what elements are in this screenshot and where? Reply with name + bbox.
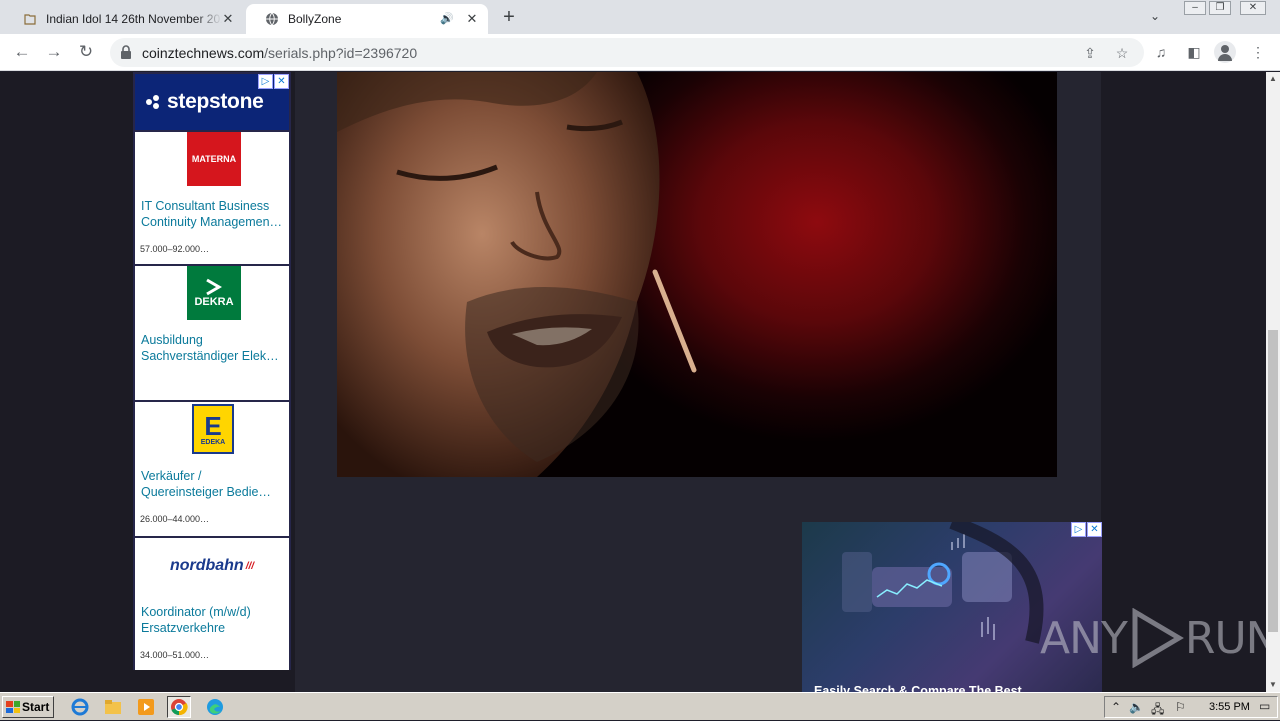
forward-arrow-icon[interactable]: → xyxy=(44,42,64,62)
tab-bollyzone[interactable]: BollyZone 🔊 ✕ xyxy=(246,4,488,34)
job-listing[interactable]: nordbahn/// Koordinator (m/w/d) Ersatzve… xyxy=(135,536,289,670)
ad-caption[interactable]: Easily Search & Compare The Best xyxy=(814,684,1022,692)
job-salary: 57.000–92.000… xyxy=(140,244,210,254)
job-title-cont[interactable]: Quereinsteiger Bedie… xyxy=(141,484,287,500)
job-salary: 34.000–51.000… xyxy=(140,650,210,660)
tab-indian-idol[interactable]: Indian Idol 14 26th November 2023 ✕ xyxy=(4,4,244,34)
system-tray: ⌃ 🔈 🖧 ⚐ 3:55 PM ▭ xyxy=(1104,696,1278,718)
edeka-logo: E EDEKA xyxy=(192,404,234,454)
close-tab-icon[interactable]: ✕ xyxy=(220,11,236,27)
address-bar[interactable]: coinztechnews.com/serials.php?id=2396720… xyxy=(110,38,1144,67)
play-logo-icon xyxy=(1132,608,1184,668)
media-player-icon[interactable] xyxy=(134,696,158,718)
tray-expand-icon[interactable]: ⌃ xyxy=(1111,700,1121,714)
ad-choices-icon[interactable]: ▷ xyxy=(1071,522,1086,537)
tab-title: Indian Idol 14 26th November 2023 xyxy=(46,12,222,26)
menu-kebab-icon[interactable]: ⋮ xyxy=(1248,42,1268,62)
job-title-cont[interactable]: Sachverständiger Elek… xyxy=(141,348,287,364)
page-scrollbar[interactable]: ▲ ▼ xyxy=(1266,72,1280,692)
scroll-down-arrow-icon[interactable]: ▼ xyxy=(1266,678,1280,692)
share-icon[interactable]: ⇪ xyxy=(1080,43,1100,63)
show-desktop-icon[interactable]: ▭ xyxy=(1259,699,1270,713)
globe-icon xyxy=(264,11,280,27)
network-icon[interactable]: 🖧 xyxy=(1151,700,1164,721)
stepstone-brand-text: stepstone xyxy=(167,90,264,113)
url-domain: coinztechnews.com xyxy=(142,45,265,61)
reload-icon[interactable]: ↻ xyxy=(76,42,96,62)
job-listing[interactable]: DEKRA Ausbildung Sachverständiger Elek… xyxy=(135,264,289,398)
materna-logo: MATERNA xyxy=(187,132,241,186)
scroll-thumb[interactable] xyxy=(1268,330,1278,632)
audio-playing-icon[interactable]: 🔊 xyxy=(440,12,454,25)
job-title[interactable]: IT Consultant Business xyxy=(141,198,287,214)
job-title[interactable]: Verkäufer / xyxy=(141,468,287,484)
internet-explorer-icon[interactable] xyxy=(68,696,92,718)
job-salary: 26.000–44.000… xyxy=(140,514,210,524)
minimize-button[interactable]: – xyxy=(1184,1,1206,15)
profile-avatar-icon[interactable] xyxy=(1214,41,1236,63)
stepstone-banner[interactable]: stepstone ▷ ✕ xyxy=(135,74,289,130)
windows-taskbar: Start ⌃ 🔈 🖧 ⚐ 3:55 PM ▭ xyxy=(0,692,1280,720)
close-window-button[interactable]: ✕ xyxy=(1240,1,1266,15)
browser-toolbar: ← → ↻ coinztechnews.com/serials.php?id=2… xyxy=(0,34,1280,71)
anyrun-watermark: ANY RUN xyxy=(1040,608,1266,668)
job-title[interactable]: Koordinator (m/w/d) xyxy=(141,604,287,620)
job-title-cont[interactable]: Continuity Managemen… xyxy=(141,214,287,230)
chrome-icon[interactable] xyxy=(167,696,191,718)
lock-icon xyxy=(121,45,131,59)
stepstone-dots-icon xyxy=(145,92,161,109)
side-panel-icon[interactable]: ◧ xyxy=(1184,42,1204,62)
scroll-up-arrow-icon[interactable]: ▲ xyxy=(1266,72,1280,86)
new-tab-button[interactable]: + xyxy=(498,7,520,29)
tab-title: BollyZone xyxy=(288,12,342,26)
close-tab-icon[interactable]: ✕ xyxy=(464,11,480,27)
tab-search-chevron-icon[interactable]: ⌄ xyxy=(1150,9,1160,23)
watermark-left: ANY xyxy=(1040,612,1128,664)
url-path: /serials.php?id=2396720 xyxy=(264,45,418,61)
web-page: stepstone ▷ ✕ MATERNA IT Consultant Busi… xyxy=(0,72,1266,692)
ad-close-icon[interactable]: ✕ xyxy=(1087,522,1102,537)
ad-badges: ▷ ✕ xyxy=(1071,522,1102,537)
start-label: Start xyxy=(22,700,50,714)
stepstone-logo: stepstone xyxy=(145,90,264,114)
nordbahn-logo: nordbahn/// xyxy=(169,557,255,574)
tab-strip: Indian Idol 14 26th November 2023 ✕ Boll… xyxy=(0,0,1280,34)
ad-choices-icon[interactable]: ▷ xyxy=(258,74,273,89)
bookmark-star-icon[interactable]: ☆ xyxy=(1112,43,1132,63)
left-job-ad[interactable]: stepstone ▷ ✕ MATERNA IT Consultant Busi… xyxy=(133,72,291,670)
watermark-right: RUN xyxy=(1184,612,1266,664)
start-button[interactable]: Start xyxy=(2,696,54,718)
job-title-cont[interactable]: Ersatzverkehre xyxy=(141,620,287,636)
file-explorer-icon[interactable] xyxy=(101,696,125,718)
job-title[interactable]: Ausbildung xyxy=(141,332,287,348)
back-arrow-icon[interactable]: ← xyxy=(12,42,32,62)
job-listing[interactable]: MATERNA IT Consultant Business Continuit… xyxy=(135,130,289,264)
media-control-icon[interactable]: ♫ xyxy=(1151,42,1171,62)
action-center-flag-icon[interactable]: ⚐ xyxy=(1175,700,1186,714)
clock[interactable]: 3:55 PM xyxy=(1209,701,1250,713)
job-listing[interactable]: E EDEKA Verkäufer / Quereinsteiger Bedie… xyxy=(135,400,289,534)
video-frame-image xyxy=(337,72,697,477)
windows-logo-icon xyxy=(6,701,20,713)
page-icon xyxy=(22,11,38,27)
video-player[interactable] xyxy=(337,72,1057,477)
url-text: coinztechnews.com/serials.php?id=2396720 xyxy=(142,45,417,61)
ad-close-icon[interactable]: ✕ xyxy=(274,74,289,89)
volume-icon[interactable]: 🔈 xyxy=(1129,700,1144,714)
restore-button[interactable]: ❐ xyxy=(1209,1,1231,15)
edge-icon[interactable] xyxy=(203,696,227,718)
dekra-logo: DEKRA xyxy=(187,266,241,320)
